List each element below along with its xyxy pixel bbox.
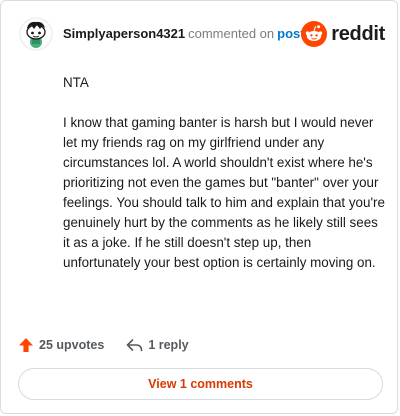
reply-count: 1 reply xyxy=(148,338,189,352)
commented-on-text: commented on xyxy=(188,26,275,41)
reply-button[interactable]: 1 reply xyxy=(126,338,189,352)
author-line: Simplyaperson4321 commented on post xyxy=(63,26,305,42)
reply-arrow-icon xyxy=(127,339,143,352)
author-name[interactable]: Simplyaperson4321 xyxy=(63,26,185,41)
comment-header: Simplyaperson4321 commented on post reddit xyxy=(17,15,385,55)
view-comments-button[interactable]: View 1 comments xyxy=(18,368,383,400)
reddit-logo[interactable]: reddit xyxy=(301,20,385,48)
user-avatar[interactable] xyxy=(19,17,53,51)
comment-paragraph: I know that gaming banter is harsh but I… xyxy=(63,115,385,270)
comment-card: Simplyaperson4321 commented on post reddit… xyxy=(0,0,398,414)
snoo-avatar-icon xyxy=(19,17,53,51)
comment-paragraph: NTA xyxy=(63,75,89,90)
reddit-wordmark: reddit xyxy=(331,22,385,45)
reddit-logo-icon xyxy=(301,21,328,47)
comment-actions: 25 upvotes 1 reply xyxy=(18,334,189,356)
comment-body: NTA I know that gaming banter is harsh b… xyxy=(63,73,385,293)
upvote-arrow-icon xyxy=(19,338,33,352)
upvote-button[interactable]: 25 upvotes xyxy=(18,337,104,353)
upvote-count: 25 upvotes xyxy=(39,338,105,352)
